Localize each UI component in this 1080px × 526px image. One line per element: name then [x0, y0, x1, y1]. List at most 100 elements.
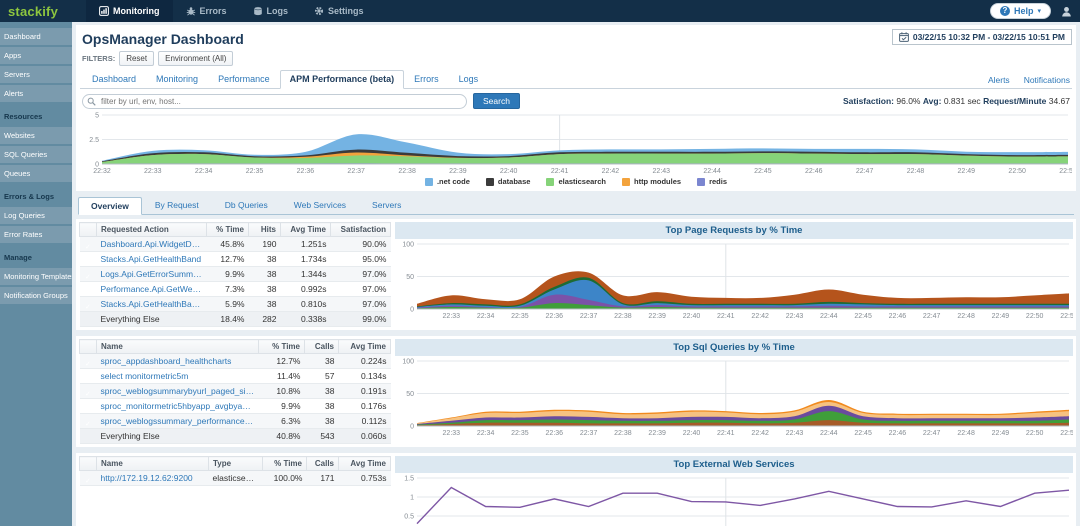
- nav-item-settings[interactable]: Settings: [301, 0, 377, 22]
- sidebar-item-dashboard[interactable]: Dashboard: [0, 28, 72, 45]
- nav-item-errors[interactable]: Errors: [173, 0, 240, 22]
- tab-apm-performance[interactable]: APM Performance (beta): [279, 70, 405, 89]
- subtab-servers[interactable]: Servers: [359, 196, 414, 214]
- subtab-db-queries[interactable]: Db Queries: [212, 196, 281, 214]
- calls-value: 171: [306, 470, 339, 486]
- request-link[interactable]: Stacks.Api.GetHealthBandCharts: [96, 296, 207, 312]
- tab-dashboard[interactable]: Dashboard: [82, 70, 146, 88]
- column-header[interactable]: Hits: [248, 222, 281, 237]
- svg-text:22:47: 22:47: [856, 168, 874, 175]
- nav-item-logs[interactable]: Logs: [240, 0, 302, 22]
- svg-text:22:44: 22:44: [820, 430, 838, 437]
- tab-performance[interactable]: Performance: [208, 70, 280, 88]
- calls-value: 38: [304, 383, 339, 399]
- svg-text:22:37: 22:37: [580, 313, 598, 320]
- page-requests-chart: 0 50 100 22:33 22:34 22:35 22:36 22:37 22:38 22:3…: [395, 240, 1073, 320]
- date-range-value: 03/22/15 10:32 PM - 03/22/15 10:51 PM: [912, 32, 1065, 42]
- nav-item-monitoring[interactable]: Monitoring: [86, 0, 173, 22]
- legend-item[interactable]: database: [485, 177, 530, 186]
- legend-item[interactable]: http modules: [621, 177, 681, 186]
- sidebar-item-label: Manage: [4, 253, 32, 262]
- column-header[interactable]: Name: [96, 339, 259, 354]
- request-link[interactable]: Stacks.Api.GetHealthBand: [96, 251, 207, 267]
- sidebar-item-alerts[interactable]: Alerts: [0, 85, 72, 102]
- query-link[interactable]: sproc_appdashboard_healthcharts: [96, 353, 259, 369]
- tab-logs[interactable]: Logs: [449, 70, 489, 88]
- query-link[interactable]: Everything Else: [96, 428, 259, 444]
- request-link[interactable]: Everything Else: [96, 311, 207, 327]
- sidebar-item-servers[interactable]: Servers: [0, 66, 72, 83]
- query-link[interactable]: sproc_weblogsummarybyurl_paged_significa…: [96, 383, 259, 399]
- column-header[interactable]: Calls: [304, 339, 339, 354]
- service-link[interactable]: http://172.19.12.62:9200: [96, 470, 209, 486]
- subtab-web-services[interactable]: Web Services: [281, 196, 359, 214]
- column-header[interactable]: Name: [96, 456, 209, 471]
- legend-item[interactable]: redis: [697, 177, 727, 186]
- sidebar-item-sql-queries[interactable]: SQL Queries: [0, 146, 72, 163]
- column-header[interactable]: Calls: [306, 456, 339, 471]
- tab-monitoring[interactable]: Monitoring: [146, 70, 208, 88]
- date-range-picker[interactable]: 03/22/15 10:32 PM - 03/22/15 10:51 PM: [891, 29, 1072, 45]
- environment-filter-button[interactable]: Environment (All): [158, 51, 234, 66]
- subtab-overview[interactable]: Overview: [78, 197, 142, 215]
- services-table: Name Type % Time Calls Avg Time http://1…: [79, 456, 391, 526]
- svg-text:22:50: 22:50: [1026, 313, 1044, 320]
- column-header[interactable]: Avg Time: [280, 222, 331, 237]
- nav-item-label: Settings: [328, 6, 364, 16]
- svg-text:22:44: 22:44: [820, 313, 838, 320]
- subtab-by-request[interactable]: By Request: [142, 196, 212, 214]
- sidebar-item-notification-groups[interactable]: Notification Groups: [0, 287, 72, 304]
- sidebar-item-error-rates[interactable]: Error Rates: [0, 226, 72, 243]
- satisfaction-value: 97.0%: [330, 281, 391, 297]
- svg-text:22:47: 22:47: [923, 313, 941, 320]
- svg-text:22:46: 22:46: [805, 168, 823, 175]
- user-icon[interactable]: [1061, 6, 1072, 17]
- query-link[interactable]: select monitormetric5m: [96, 368, 259, 384]
- pct-time-value: 45.8%: [206, 236, 249, 252]
- query-link[interactable]: sproc_weblogssummary_performance_m: [96, 413, 259, 429]
- brand-logo[interactable]: stackify: [0, 0, 72, 22]
- column-header[interactable]: Satisfaction: [330, 222, 391, 237]
- column-header[interactable]: Requested Action: [96, 222, 207, 237]
- request-link[interactable]: Performance.Api.GetWebAppPerformance: [96, 281, 207, 297]
- sidebar-item-log-queries[interactable]: Log Queries: [0, 207, 72, 224]
- help-button[interactable]: ? Help ▾: [989, 3, 1051, 19]
- search-input[interactable]: [82, 93, 467, 109]
- column-header[interactable]: % Time: [206, 222, 249, 237]
- table-row: sproc_weblogsummarybyurl_paged_significa…: [79, 383, 391, 399]
- reset-filter-button[interactable]: Reset: [119, 51, 155, 66]
- column-header[interactable]: % Time: [258, 339, 305, 354]
- sidebar-item-monitoring-templates[interactable]: Monitoring Templates: [0, 268, 72, 285]
- main-tabs: Dashboard Monitoring Performance APM Per…: [80, 70, 1072, 89]
- table-row: select monitormetric5m 11.4% 57 0.134s: [79, 368, 391, 384]
- legend-item[interactable]: .net code: [424, 177, 470, 186]
- legend-label: .net code: [436, 177, 470, 186]
- calls-value: 38: [304, 413, 339, 429]
- alerts-link[interactable]: Alerts: [988, 75, 1010, 85]
- request-link[interactable]: Logs.Api.GetErrorSummary: [96, 266, 207, 282]
- sidebar-item-websites[interactable]: Websites: [0, 127, 72, 144]
- column-header[interactable]: Avg Time: [338, 456, 391, 471]
- search-button[interactable]: Search: [473, 93, 520, 109]
- sidebar-item-label: Monitoring Templates: [4, 272, 72, 281]
- request-link[interactable]: Dashboard.Api.WidgetData: [96, 236, 207, 252]
- hits-value: 38: [248, 251, 281, 267]
- svg-text:22:47: 22:47: [923, 430, 941, 437]
- overview-chart-legend: .net code database elasticsearch http mo…: [80, 175, 1072, 189]
- column-header[interactable]: % Time: [262, 456, 307, 471]
- query-link[interactable]: sproc_monitormetric5hbyapp_avgbyappgroup…: [96, 398, 259, 414]
- sidebar-item-queues[interactable]: Queues: [0, 165, 72, 182]
- legend-item[interactable]: elasticsearch: [546, 177, 606, 186]
- hits-value: 38: [248, 266, 281, 282]
- notifications-link[interactable]: Notifications: [1024, 75, 1070, 85]
- svg-text:100: 100: [402, 358, 414, 365]
- sidebar-item-apps[interactable]: Apps: [0, 47, 72, 64]
- sidebar-section-resources: Resources: [0, 108, 72, 125]
- column-header[interactable]: Type: [208, 456, 263, 471]
- request-minute-value: 34.67: [1048, 96, 1070, 106]
- tab-errors[interactable]: Errors: [404, 70, 449, 88]
- avg-label: Avg:: [922, 96, 942, 106]
- svg-text:22:37: 22:37: [347, 168, 365, 175]
- column-header[interactable]: Avg Time: [338, 339, 391, 354]
- avg-time-value: 0.810s: [280, 296, 331, 312]
